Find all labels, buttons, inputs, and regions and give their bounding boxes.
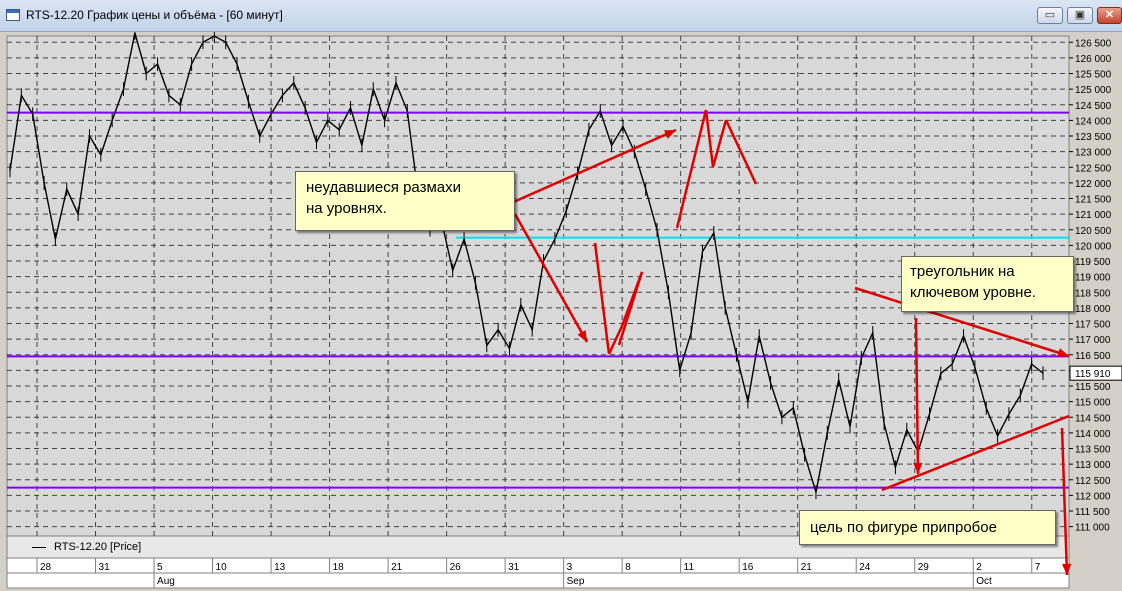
- x-tick-label: 11: [684, 562, 695, 573]
- y-tick-label: 119 500: [1075, 257, 1111, 268]
- y-tick-label: 117 500: [1075, 320, 1111, 331]
- x-month-label: Aug: [157, 576, 175, 587]
- y-tick-label: 112 500: [1075, 476, 1111, 487]
- x-tick-label: 16: [742, 562, 754, 573]
- y-tick-label: 119 000: [1075, 273, 1111, 284]
- y-tick-label: 114 000: [1075, 429, 1111, 440]
- y-tick-label: 122 000: [1075, 179, 1112, 190]
- y-tick-label: 115 000: [1075, 398, 1111, 409]
- x-tick-label: 8: [625, 562, 631, 573]
- x-tick-label: 24: [859, 562, 871, 573]
- y-tick-label: 116 500: [1075, 351, 1111, 362]
- y-tick-label: 115 500: [1075, 382, 1111, 393]
- annotation-line: ключевом уровне.: [910, 284, 1036, 301]
- x-tick-label: 13: [274, 562, 286, 573]
- close-button[interactable]: ✕: [1097, 7, 1122, 24]
- title-bar: RTS-12.20 График цены и объёма - [60 мин…: [0, 0, 1122, 32]
- y-tick-label: 120 000: [1075, 241, 1112, 252]
- y-tick-label: 120 500: [1075, 226, 1112, 237]
- legend-line-swatch: [32, 546, 46, 548]
- y-tick-label: 114 500: [1075, 413, 1111, 424]
- y-tick-label: 121 500: [1075, 195, 1112, 206]
- x-tick-label: 3: [567, 562, 573, 573]
- chart-window-icon: [6, 9, 20, 21]
- y-tick-label: 111 500: [1075, 507, 1110, 518]
- last-price-label: 115 910: [1075, 369, 1111, 380]
- x-tick-label: 7: [1035, 562, 1041, 573]
- y-tick-label: 118 000: [1075, 304, 1111, 315]
- annotation-line: треугольник на: [910, 263, 1015, 280]
- annotation-line: на уровнях.: [306, 200, 387, 217]
- annotation-line: неудавшиеся размахи: [306, 179, 461, 196]
- x-tick-label: 21: [391, 562, 403, 573]
- series-legend: RTS-12.20 [Price]: [32, 541, 141, 553]
- annotation-line: цель по фигуре припробое: [810, 519, 997, 536]
- y-tick-label: 125 000: [1075, 85, 1112, 96]
- y-tick-label: 122 500: [1075, 163, 1112, 174]
- legend-label: RTS-12.20 [Price]: [54, 541, 142, 553]
- y-tick-label: 121 000: [1075, 210, 1112, 221]
- x-tick-label: 29: [918, 562, 930, 573]
- annotation-failed-swings: неудавшиеся размахи на уровнях.: [295, 171, 515, 231]
- x-month-label: Sep: [567, 576, 585, 587]
- annotation-target: цель по фигуре припробое: [799, 510, 1056, 545]
- x-tick-label: 31: [99, 562, 111, 573]
- x-tick-label: 2: [976, 562, 982, 573]
- x-tick-label: 21: [801, 562, 813, 573]
- minimize-button[interactable]: ▭: [1037, 7, 1063, 24]
- x-tick-label: 5: [157, 562, 163, 573]
- window-title: RTS-12.20 График цены и объёма - [60 мин…: [26, 8, 283, 22]
- y-tick-label: 111 000: [1075, 523, 1110, 534]
- x-tick-label: 31: [508, 562, 520, 573]
- x-tick-label: 28: [40, 562, 52, 573]
- x-tick-label: 18: [333, 562, 345, 573]
- restore-button[interactable]: ▣: [1067, 7, 1093, 24]
- y-tick-label: 112 000: [1075, 491, 1111, 502]
- y-tick-label: 117 000: [1075, 335, 1111, 346]
- y-tick-label: 124 500: [1075, 101, 1112, 112]
- y-tick-label: 123 500: [1075, 132, 1112, 143]
- y-tick-label: 125 500: [1075, 70, 1112, 81]
- y-tick-label: 126 000: [1075, 54, 1112, 65]
- x-tick-label: 26: [450, 562, 462, 573]
- y-tick-label: 123 000: [1075, 148, 1112, 159]
- y-tick-label: 113 500: [1075, 445, 1111, 456]
- annotation-triangle: треугольник на ключевом уровне.: [901, 256, 1074, 312]
- y-tick-label: 118 500: [1075, 288, 1111, 299]
- x-month-label: Oct: [976, 576, 992, 587]
- y-tick-label: 113 000: [1075, 460, 1111, 471]
- x-tick-label: 10: [216, 562, 228, 573]
- y-tick-label: 124 000: [1075, 116, 1112, 127]
- y-tick-label: 126 500: [1075, 38, 1112, 49]
